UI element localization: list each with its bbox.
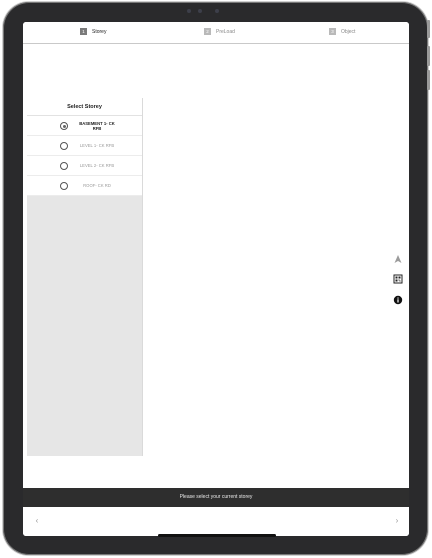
info-icon[interactable] — [393, 292, 403, 305]
storey-label: LEVEL 2- CK RFB — [79, 163, 115, 168]
radio-button[interactable] — [60, 142, 68, 150]
tab-storey[interactable]: 1 Storey — [80, 28, 106, 35]
storey-option-basement-1[interactable]: BASEMENT 1- CK RFB — [27, 116, 142, 136]
navigation-arrow-icon[interactable] — [393, 251, 403, 263]
app-screen: 1 Storey 2 PreLoad 3 Object Select Store… — [23, 22, 409, 536]
storey-label: BASEMENT 1- CK RFB — [79, 120, 115, 131]
chevron-left-icon[interactable]: ‹ — [32, 516, 42, 526]
storey-option-level-2[interactable]: LEVEL 2- CK RFB — [27, 156, 142, 176]
bottom-navigation: ‹ › — [23, 507, 409, 536]
tab-label: Storey — [92, 28, 107, 35]
tab-object[interactable]: 3 Object — [329, 28, 355, 35]
tab-preload[interactable]: 2 PreLoad — [204, 28, 235, 35]
radio-button[interactable] — [60, 162, 68, 170]
side-button-volume-up — [427, 46, 430, 66]
qr-code-icon[interactable] — [393, 271, 403, 284]
camera-dot — [187, 9, 191, 13]
storey-label: LEVEL 1- CK RFB — [79, 143, 115, 148]
side-button-volume-down — [427, 70, 430, 90]
chevron-right-icon[interactable]: › — [392, 516, 402, 526]
status-message-bar: Please select your current storey — [23, 488, 409, 507]
tab-number: 3 — [329, 28, 336, 35]
storey-label: ROOF- CK RD — [83, 183, 111, 188]
tab-label: Object — [341, 28, 356, 35]
tab-number: 2 — [204, 28, 211, 35]
storey-option-roof[interactable]: ROOF- CK RD — [27, 176, 142, 196]
tab-label: PreLoad — [216, 28, 235, 35]
camera-dot — [198, 9, 202, 13]
camera-dot — [215, 9, 219, 13]
tab-number: 1 — [80, 28, 87, 35]
radio-button[interactable] — [60, 182, 68, 190]
storey-selection-panel: Select Storey BASEMENT 1- CK RFB LEVEL 1… — [27, 98, 143, 456]
home-indicator — [158, 534, 276, 537]
step-tab-bar: 1 Storey 2 PreLoad 3 Object — [23, 22, 409, 44]
storey-option-level-1[interactable]: LEVEL 1- CK RFB — [27, 136, 142, 156]
panel-title: Select Storey — [27, 98, 142, 116]
side-button-top — [427, 20, 430, 38]
radio-button[interactable] — [60, 122, 68, 130]
